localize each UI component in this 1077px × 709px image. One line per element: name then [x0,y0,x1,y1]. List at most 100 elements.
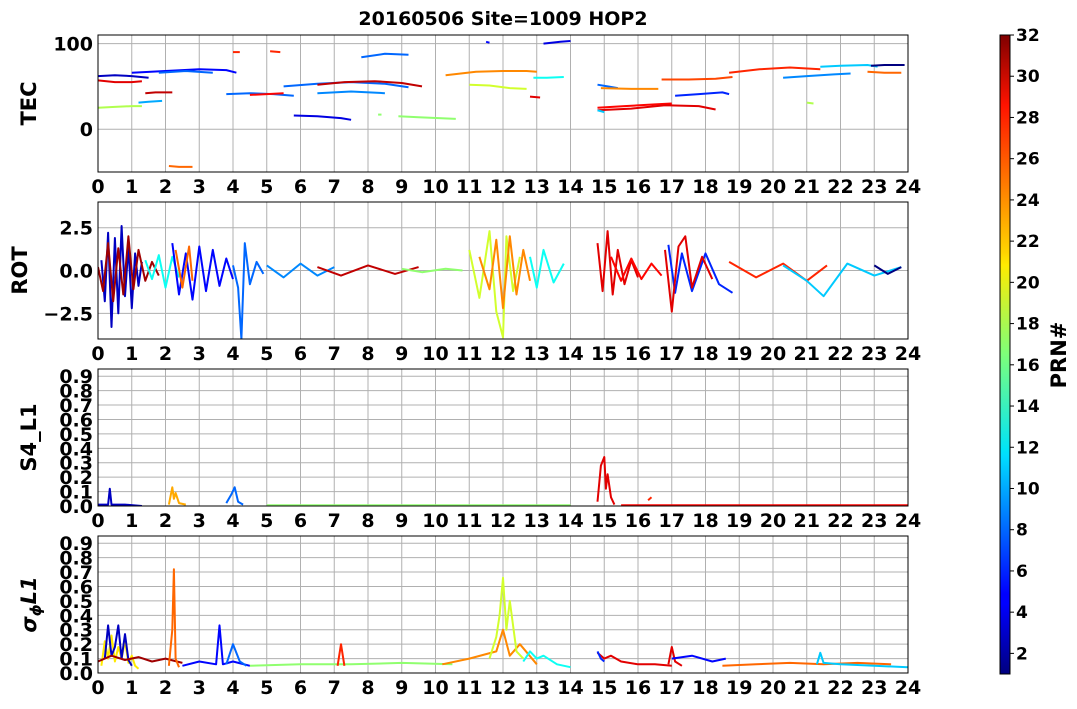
series-line-prn-3 [98,74,149,79]
series-line-prn-8 [158,70,213,74]
x-tick-label: 23 [861,677,887,699]
series-line-prn-5 [485,40,490,44]
x-tick-label: 16 [625,677,651,699]
y-axis-label: ROT [8,246,32,295]
x-tick-label: 14 [557,176,583,198]
x-tick-label: 9 [395,510,408,532]
series-line-prn-25 [168,165,193,168]
series-line-prn-24 [600,87,659,90]
x-tick-label: 21 [794,510,820,532]
x-tick-label: 20 [760,343,786,365]
x-tick-label: 13 [524,176,550,198]
x-tick-label: 14 [557,510,583,532]
x-tick-label: 6 [294,677,307,699]
x-tick-label: 0 [91,176,104,198]
x-tick-label: 4 [226,343,239,365]
x-tick-label: 17 [659,343,685,365]
series-line-prn-9 [317,90,385,95]
x-tick-label: 24 [895,510,921,532]
x-tick-label: 9 [395,677,408,699]
x-tick-label: 7 [328,176,341,198]
series-line-prn-6 [675,91,730,97]
series-line-prn-29 [596,230,639,296]
colorbar-tick-label: 2 [1016,644,1028,664]
y-axis-label-suffix: L1 [17,576,41,604]
series-line-prn-5 [171,242,234,301]
series-line-prn-13 [522,650,571,669]
x-tick-label: 18 [692,176,718,198]
series-line-prn-17 [398,115,456,120]
series-line-prn-4 [293,114,352,121]
x-tick-label: 18 [692,677,718,699]
x-tick-label: 8 [361,176,374,198]
series-line-prn-25 [167,568,180,668]
x-tick-label: 10 [422,510,448,532]
y-tick-label: 0 [80,119,93,141]
series-line-prn-27 [647,496,653,501]
colorbar-tick-label: 20 [1016,273,1040,293]
colorbar-tick-label: 12 [1016,438,1040,458]
x-tick-label: 21 [794,176,820,198]
panel-sigma_phi_l1: 0 1 2 3 4 5 6 7 8 9 10 11 12 13 14 15 16 17 18 19 20 21 22 23 24… [17,533,921,699]
x-tick-label: 18 [692,343,718,365]
x-tick-label: 17 [659,677,685,699]
x-tick-label: 11 [456,510,482,532]
colorbar-tick-label: 30 [1016,67,1040,87]
x-tick-label: 19 [726,176,752,198]
x-tick-label: 22 [827,677,853,699]
y-axis-label-main: σ [17,616,41,633]
series-line-prn-24 [445,70,537,77]
colorbar-tick-label: 28 [1016,108,1040,128]
x-tick-label: 12 [490,176,516,198]
x-tick-label: 13 [524,510,550,532]
y-tick-label: 2.5 [59,218,93,240]
x-tick-label: 16 [625,343,651,365]
series-line-prn-17 [249,661,453,667]
x-tick-label: 12 [490,343,516,365]
colorbar-tick-label: 6 [1016,562,1028,582]
x-tick-label: 6 [294,510,307,532]
series-line-prn-27 [270,50,281,54]
series-line-prn-29 [596,652,672,667]
series-line-prn-11 [815,651,908,669]
x-tick-label: 22 [827,176,853,198]
x-tick-label: 24 [895,343,921,365]
x-tick-label: 1 [125,176,138,198]
colorbar-tick-label: 4 [1016,603,1028,623]
x-tick-label: 24 [895,677,921,699]
series-line-prn-25 [867,70,902,74]
figure-title: 20160506 Site=1009 HOP2 [358,8,647,30]
x-tick-label: 7 [328,343,341,365]
x-tick-label: 1 [125,677,138,699]
x-tick-label: 10 [422,677,448,699]
series-group [98,40,905,168]
x-tick-label: 0 [91,343,104,365]
x-tick-label: 15 [591,343,617,365]
x-tick-label: 20 [760,176,786,198]
series-line-prn-23 [167,486,187,506]
x-tick-label: 15 [591,176,617,198]
x-tick-label: 19 [726,343,752,365]
x-tick-label: 17 [659,510,685,532]
colorbar-tick-label: 22 [1016,232,1040,252]
y-axis-label: σϕL1 [17,576,45,632]
colorbar-ticks: 2468101214161820222426283032 [1010,26,1040,664]
y-tick-label: 0.0 [59,261,93,283]
x-tick-label: 19 [726,510,752,532]
colorbar-tick-label: 24 [1016,191,1040,211]
series-line-prn-8 [225,486,244,506]
series-line-prn-13 [533,76,564,79]
panel-rot: 0 1 2 3 4 5 6 7 8 9 10 11 12 13 14 15 16 17 18 19 20 21 22 23 24… [8,201,921,365]
series-line-prn-18 [806,101,814,105]
series-line-prn-11 [820,64,878,68]
x-tick-label: 11 [456,343,482,365]
x-tick-label: 3 [193,343,206,365]
colorbar-gradient [999,34,1011,675]
x-tick-label: 21 [794,677,820,699]
colorbar-tick-label: 16 [1016,356,1040,376]
series-line-prn-29 [596,456,616,506]
x-tick-label: 3 [193,677,206,699]
x-tick-label: 0 [91,677,104,699]
x-tick-label: 23 [861,343,887,365]
x-tick-label: 19 [726,677,752,699]
